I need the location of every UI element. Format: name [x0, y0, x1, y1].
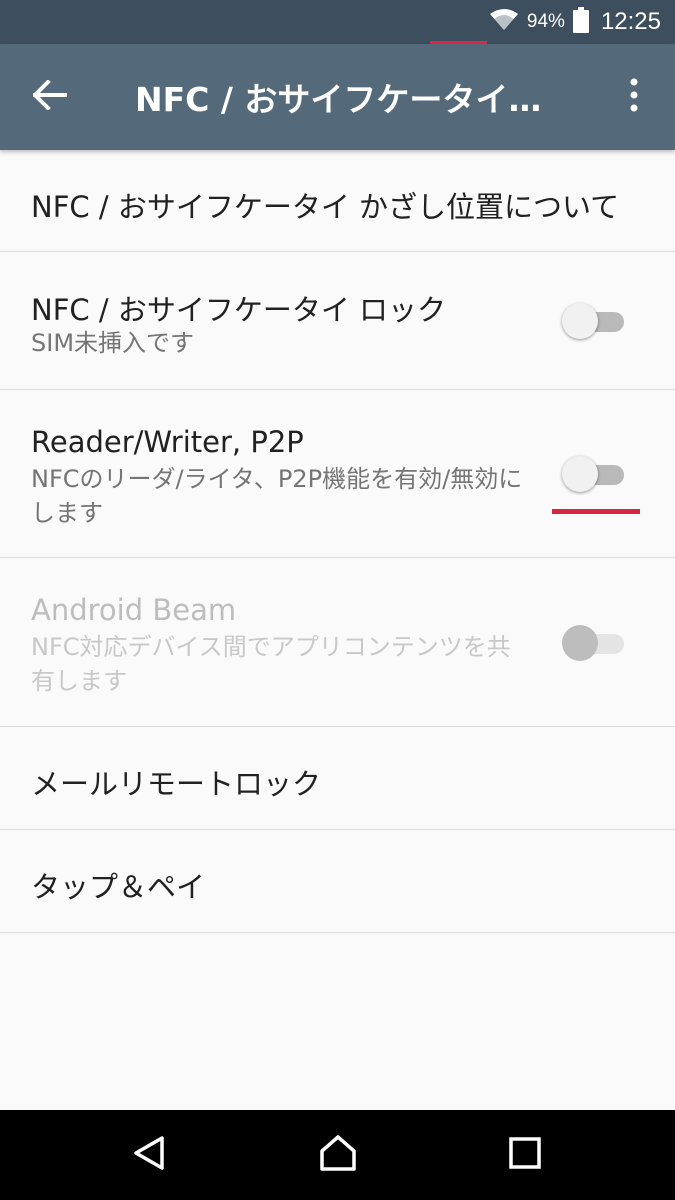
switch-thumb	[562, 456, 598, 492]
arrow-back-icon	[32, 79, 67, 114]
setting-mail-remote-lock[interactable]: メールリモートロック	[0, 727, 675, 830]
battery-icon	[572, 7, 589, 37]
setting-title: Reader/Writer, P2P	[31, 425, 304, 459]
screen: 94% 12:25 NFC / おサイフケータイ… NFC / おサイフケータイ…	[0, 0, 675, 1200]
setting-summary: NFC対応デバイス間でアプリコンテンツを共有します	[31, 633, 511, 695]
setting-tap-and-pay[interactable]: タップ＆ペイ	[0, 830, 675, 933]
setting-title: タップ＆ペイ	[31, 870, 206, 904]
setting-android-beam[interactable]: Android Beam NFC対応デバイス間でアプリコンテンツを共有します	[0, 558, 675, 727]
highlight-underline	[552, 509, 640, 514]
setting-title: NFC / おサイフケータイ ロック	[31, 293, 447, 327]
nav-recents-button[interactable]	[495, 1125, 555, 1185]
status-icons: 94% 12:25	[489, 0, 661, 44]
switch-thumb	[562, 625, 598, 661]
setting-nfc-lock[interactable]: NFC / おサイフケータイ ロック SIM未挿入です	[0, 252, 675, 390]
toolbar-title: NFC / おサイフケータイ…	[135, 80, 542, 119]
reader-writer-switch[interactable]	[562, 453, 626, 493]
nav-home-button[interactable]	[308, 1125, 368, 1185]
more-options-button[interactable]	[604, 67, 664, 127]
setting-title: Android Beam	[31, 593, 237, 627]
setting-reader-writer[interactable]: Reader/Writer, P2P NFCのリーダ/ライタ、P2P機能を有効/…	[0, 390, 675, 558]
nav-back-button[interactable]	[120, 1125, 180, 1185]
battery-percent: 94%	[526, 11, 565, 32]
back-button[interactable]	[20, 67, 80, 127]
switch-thumb	[562, 303, 598, 339]
back-triangle-icon	[132, 1135, 168, 1175]
setting-summary: SIM未挿入です	[31, 329, 195, 357]
setting-title: メールリモートロック	[31, 767, 322, 801]
recents-icon	[509, 1137, 541, 1173]
clock: 12:25	[600, 8, 661, 35]
status-bar: 94% 12:25	[0, 0, 675, 45]
setting-summary: NFCのリーダ/ライタ、P2P機能を有効/無効にします	[31, 465, 523, 527]
app-toolbar: NFC / おサイフケータイ…	[0, 44, 675, 150]
setting-tap-position[interactable]: NFC / おサイフケータイ かざし位置について	[0, 150, 675, 252]
more-vertical-icon	[629, 78, 639, 116]
navigation-bar	[0, 1110, 675, 1200]
setting-title: NFC / おサイフケータイ かざし位置について	[31, 190, 620, 224]
android-beam-switch[interactable]	[562, 622, 626, 662]
nfc-lock-switch[interactable]	[562, 300, 626, 340]
home-icon	[319, 1134, 357, 1176]
wifi-icon	[489, 8, 519, 36]
